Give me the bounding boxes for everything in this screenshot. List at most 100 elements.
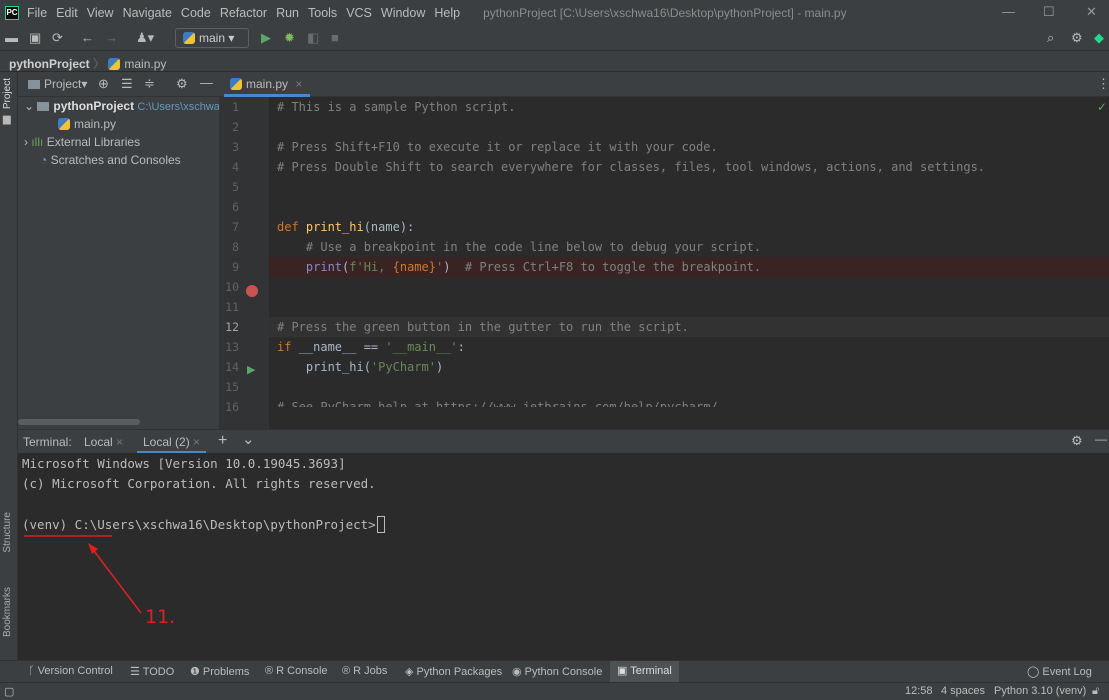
sync-icon[interactable]: ⟳ — [52, 30, 63, 46]
code-line: # Press the green button in the gutter t… — [277, 320, 689, 334]
tool-version-control[interactable]: ᚴ Version Control — [28, 665, 113, 677]
terminal-output[interactable]: Microsoft Windows [Version 10.0.19045.36… — [18, 453, 1109, 660]
tool-python-console[interactable]: ◉ Python Console — [512, 665, 602, 678]
tool-event-log[interactable]: ◯ Event Log — [1027, 665, 1092, 678]
python-file-icon — [58, 118, 70, 130]
menu-edit[interactable]: Edit — [56, 6, 78, 20]
locate-file-icon[interactable]: ⊕ — [98, 76, 109, 92]
debug-bug-icon[interactable]: ✹ — [284, 30, 295, 46]
library-icon: ıllı — [31, 135, 44, 149]
structure-tool-tab[interactable]: Structure — [2, 512, 13, 553]
line-number: 4 — [232, 160, 239, 174]
status-indent[interactable]: 4 spaces — [941, 685, 985, 697]
tree-item-project-root[interactable]: ⌄ pythonProject C:\Users\xschwa1 — [24, 97, 226, 115]
code-editor[interactable]: main.py × ⋮ 1 2 3 4 5 6 7 8 9 10 11 12 1… — [219, 72, 1109, 429]
search-icon[interactable]: ⌕ — [1047, 30, 1054, 46]
tool-r-jobs[interactable]: ® R Jobs — [342, 665, 387, 677]
collapse-all-icon[interactable]: ≑ — [144, 76, 155, 92]
project-folder-icon[interactable]: ▆ — [3, 112, 11, 128]
chevron-down-icon[interactable]: ⌄ — [242, 430, 255, 448]
status-interpreter[interactable]: Python 3.10 (venv) — [994, 685, 1086, 697]
hide-terminal-icon[interactable]: — — [1095, 432, 1107, 446]
close-tab-icon[interactable]: × — [116, 435, 123, 449]
stop-icon[interactable]: ■ — [331, 30, 339, 46]
maximize-button[interactable]: ☐ — [1043, 4, 1055, 20]
project-tool-tab[interactable]: Project — [2, 78, 13, 109]
code-line: # Press Shift+F10 to execute it or repla… — [277, 140, 718, 154]
open-folder-icon[interactable]: ▬ — [5, 30, 18, 46]
run-gutter-icon[interactable]: ▶ — [247, 363, 255, 376]
breadcrumb-project[interactable]: pythonProject — [9, 57, 90, 71]
status-bar: ▢ 12:58 4 spaces Python 3.10 (venv) 🔓︎ — [0, 682, 1109, 700]
chevron-down-icon[interactable]: ⌄ — [24, 99, 37, 113]
tree-item-main-py[interactable]: main.py — [58, 115, 116, 133]
more-options-icon[interactable]: ⋮ — [1097, 76, 1109, 92]
menu-refactor[interactable]: Refactor — [220, 6, 267, 20]
menu-window[interactable]: Window — [381, 6, 425, 20]
close-tab-icon[interactable]: × — [193, 435, 200, 449]
hide-panel-icon[interactable]: — — [200, 75, 213, 91]
tool-window-bar: ᚴ Version Control ☰ TODO ❶ Problems ® R … — [0, 660, 1109, 682]
terminal-prompt: (venv) C:\Users\xschwa16\Desktop\pythonP… — [22, 517, 376, 532]
status-caret-position[interactable]: 12:58 — [905, 685, 933, 697]
tab-label: Local (2) — [143, 435, 190, 449]
close-window-button[interactable]: ✕ — [1086, 4, 1097, 20]
run-icon[interactable]: ▶ — [261, 30, 271, 46]
terminal-settings-gear-icon[interactable]: ⚙ — [1071, 433, 1083, 449]
jetbrains-toolbox-icon[interactable]: ◆ — [1094, 30, 1104, 46]
left-tool-strip: Project ▆ Structure Bookmarks — [0, 72, 18, 662]
tool-r-console[interactable]: ® R Console — [265, 665, 328, 677]
breakpoint-icon[interactable] — [246, 285, 258, 297]
menu-tools[interactable]: Tools — [308, 6, 337, 20]
expand-all-icon[interactable]: ☰ — [121, 76, 133, 92]
menu-vcs[interactable]: VCS — [346, 6, 372, 20]
terminal-header: Terminal: Local × Local (2) × + ⌄ ⚙ — — [18, 429, 1109, 454]
save-icon[interactable]: ▣ — [29, 30, 41, 46]
line-number-gutter[interactable]: 1 2 3 4 5 6 7 8 9 10 11 12 13 14 15 16 ▶ — [219, 97, 269, 429]
close-tab-icon[interactable]: × — [295, 77, 302, 91]
bookmarks-tool-tab[interactable]: Bookmarks — [2, 587, 13, 637]
line-number: 3 — [232, 140, 239, 154]
horizontal-scrollbar[interactable] — [18, 419, 140, 425]
menu-file[interactable]: File — [27, 6, 47, 20]
new-tab-plus-icon[interactable]: + — [218, 432, 227, 450]
fstring-var: {name} — [392, 260, 436, 274]
lock-icon[interactable]: 🔓︎ — [1092, 685, 1099, 698]
run-configuration-label: main ▾ — [199, 31, 235, 45]
run-configuration-select[interactable]: main ▾ — [175, 28, 249, 48]
menu-run[interactable]: Run — [276, 6, 299, 20]
tool-terminal[interactable]: ▣ Terminal — [610, 661, 679, 682]
list-icon: ☰ — [130, 666, 143, 678]
string: '__main__' — [385, 340, 458, 354]
back-arrow-icon[interactable]: ← — [81, 30, 94, 46]
line-number: 16 — [225, 400, 239, 414]
toggle-tool-windows-icon[interactable]: ▢ — [4, 685, 14, 698]
project-view-select[interactable]: Project▾ — [28, 76, 87, 92]
menu-view[interactable]: View — [87, 6, 114, 20]
folder-icon — [37, 102, 50, 111]
menu-code[interactable]: Code — [181, 6, 211, 20]
menu-help[interactable]: Help — [434, 6, 460, 20]
code-line: # See PyCharm help at https://www.jetbra… — [277, 400, 718, 407]
terminal-prompt-line[interactable]: (venv) C:\Users\xschwa16\Desktop\pythonP… — [22, 516, 385, 533]
tree-item-external-libraries[interactable]: › ıllı External Libraries — [24, 133, 140, 151]
tool-problems[interactable]: ❶ Problems — [190, 665, 249, 678]
project-root-name: pythonProject — [53, 99, 135, 113]
tab-terminal-local[interactable]: Local × — [84, 435, 123, 449]
panel-settings-gear-icon[interactable]: ⚙ — [176, 76, 188, 92]
inspection-ok-icon[interactable]: ✓ — [1097, 100, 1107, 114]
menu-navigate[interactable]: Navigate — [123, 6, 172, 20]
user-icon[interactable]: ♟▾ — [136, 30, 154, 46]
coverage-icon[interactable]: ◧ — [307, 30, 319, 46]
tab-main-py[interactable]: main.py × — [224, 72, 311, 97]
tab-terminal-local-2[interactable]: Local (2) × — [137, 435, 207, 454]
line-number: 15 — [225, 380, 239, 394]
tool-todo[interactable]: ☰ TODO — [130, 665, 174, 678]
settings-gear-icon[interactable]: ⚙ — [1071, 30, 1083, 46]
line-number: 8 — [232, 240, 239, 254]
forward-arrow-icon[interactable]: → — [105, 30, 118, 46]
minimize-button[interactable]: — — [1002, 4, 1015, 19]
tree-item-scratches[interactable]: ◔ Scratches and Consoles — [40, 151, 181, 169]
breadcrumb-file[interactable]: main.py — [124, 57, 166, 71]
tool-python-packages[interactable]: ◈ Python Packages — [405, 665, 502, 678]
